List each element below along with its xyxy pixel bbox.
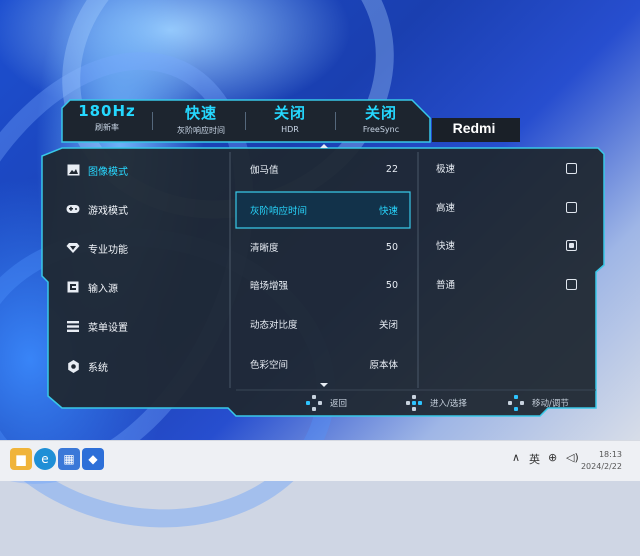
dpad-left-icon: [306, 395, 322, 411]
sidebar-item-label: 游戏模式: [88, 205, 128, 217]
tab-value: 关闭: [273, 104, 306, 122]
hint-label: 移动/调节: [532, 399, 569, 409]
menu-icon: [66, 319, 80, 333]
tab-divider: [152, 112, 153, 130]
setting-row-response-time[interactable]: 灰阶响应时间 快速: [238, 196, 410, 224]
setting-label: 暗场增强: [250, 281, 289, 292]
option-label: 普通: [436, 280, 456, 291]
tab-value: 关闭: [364, 104, 397, 122]
hint-enter-select: 进入/选择: [406, 395, 467, 411]
dpad-center-icon: [406, 395, 422, 411]
tab-value: 180Hz: [78, 102, 136, 120]
brand-logo: Redmi: [452, 120, 496, 136]
dpad-updown-icon: [508, 395, 524, 411]
sidebar-item-label: 专业功能: [88, 244, 128, 256]
setting-value: 关闭: [378, 320, 398, 331]
option-label: 极速: [436, 164, 456, 175]
tab-freesync[interactable]: 关闭 FreeSync: [336, 102, 426, 134]
option-radio[interactable]: [566, 162, 577, 174]
sidebar-item-input-source[interactable]: 输入源: [66, 277, 118, 297]
hint-back: 返回: [306, 395, 347, 411]
tab-response-time[interactable]: 快速 灰阶响应时间: [156, 102, 246, 136]
system-clock[interactable]: 18:13 2024/2/22: [581, 449, 622, 473]
option-high[interactable]: 高速: [420, 195, 585, 219]
tab-label: HDR: [281, 125, 299, 134]
option-label: 快速: [436, 241, 456, 252]
option-radio[interactable]: [566, 278, 577, 290]
sidebar-item-label: 系统: [88, 362, 108, 374]
tray-chevron-up-icon[interactable]: ∧: [512, 451, 520, 464]
gamepad-icon: [66, 202, 80, 216]
option-fast[interactable]: 快速: [420, 233, 585, 257]
tab-label: FreeSync: [362, 125, 400, 134]
option-extreme[interactable]: 极速: [420, 156, 585, 180]
monitor-osd-menu: 180Hz 刷新率 快速 灰阶响应时间 关闭 HDR 关闭 FreeSync R…: [0, 0, 640, 440]
setting-row-dynamic-contrast[interactable]: 动态对比度 关闭: [238, 310, 410, 338]
file-explorer-icon[interactable]: ▆: [10, 448, 32, 470]
tab-label: 灰阶响应时间: [177, 126, 225, 135]
sidebar-item-pro-features[interactable]: 专业功能: [66, 238, 128, 258]
clock-date: 2024/2/22: [580, 462, 622, 471]
setting-value: 22: [385, 163, 398, 175]
option-radio[interactable]: [566, 201, 577, 213]
hint-move-adjust: 移动/调节: [508, 395, 569, 411]
sidebar-item-game-mode[interactable]: 游戏模式: [66, 199, 128, 219]
setting-label: 清晰度: [250, 243, 279, 254]
setting-value: 快速: [378, 206, 398, 217]
setting-row-color-space[interactable]: 色彩空间 原本体: [238, 350, 410, 378]
settings-gear-icon: [66, 359, 80, 373]
tab-hdr[interactable]: 关闭 HDR: [245, 102, 335, 134]
scroll-up-arrow: [320, 144, 328, 148]
clock-time: 18:13: [598, 450, 622, 459]
hint-label: 进入/选择: [430, 399, 467, 409]
option-label: 高速: [436, 203, 456, 214]
sidebar-item-picture-mode[interactable]: 图像模式: [66, 160, 128, 180]
setting-row-dark-boost[interactable]: 暗场增强 50: [238, 271, 410, 299]
volume-icon[interactable]: ◁): [566, 451, 579, 464]
edge-browser-icon[interactable]: e: [34, 448, 56, 470]
setting-value: 50: [385, 279, 398, 291]
hint-label: 返回: [330, 399, 348, 409]
diamond-icon: [66, 241, 80, 255]
windows-taskbar: ▆ e ▦ ◆ ∧ 英 ⊕ ◁) 18:13 2024/2/22: [0, 440, 640, 481]
network-icon[interactable]: ⊕: [548, 451, 557, 464]
sidebar-item-menu-settings[interactable]: 菜单设置: [66, 316, 128, 336]
input-source-icon: [66, 280, 80, 294]
setting-label: 动态对比度: [250, 320, 298, 331]
tab-refresh-rate[interactable]: 180Hz 刷新率: [62, 102, 152, 133]
sidebar-item-label: 输入源: [88, 283, 118, 295]
option-normal[interactable]: 普通: [420, 272, 585, 296]
sidebar-item-label: 图像模式: [88, 166, 128, 178]
setting-row-gamma[interactable]: 伽马值 22: [238, 155, 410, 183]
tab-value: 快速: [184, 104, 217, 122]
setting-value: 原本体: [369, 360, 398, 371]
store-icon[interactable]: ▦: [58, 448, 80, 470]
option-radio-selected[interactable]: [566, 239, 577, 251]
setting-label: 灰阶响应时间: [250, 206, 308, 217]
sidebar-item-label: 菜单设置: [88, 322, 128, 334]
setting-label: 色彩空间: [250, 360, 289, 371]
setting-row-sharpness[interactable]: 清晰度 50: [238, 233, 410, 261]
setting-value: 50: [385, 241, 398, 253]
sidebar-item-system[interactable]: 系统: [66, 356, 108, 376]
tab-label: 刷新率: [95, 123, 119, 132]
ime-indicator[interactable]: 英: [529, 451, 540, 467]
setting-label: 伽马值: [250, 165, 279, 176]
app-icon[interactable]: ◆: [82, 448, 104, 470]
image-icon: [66, 163, 80, 177]
